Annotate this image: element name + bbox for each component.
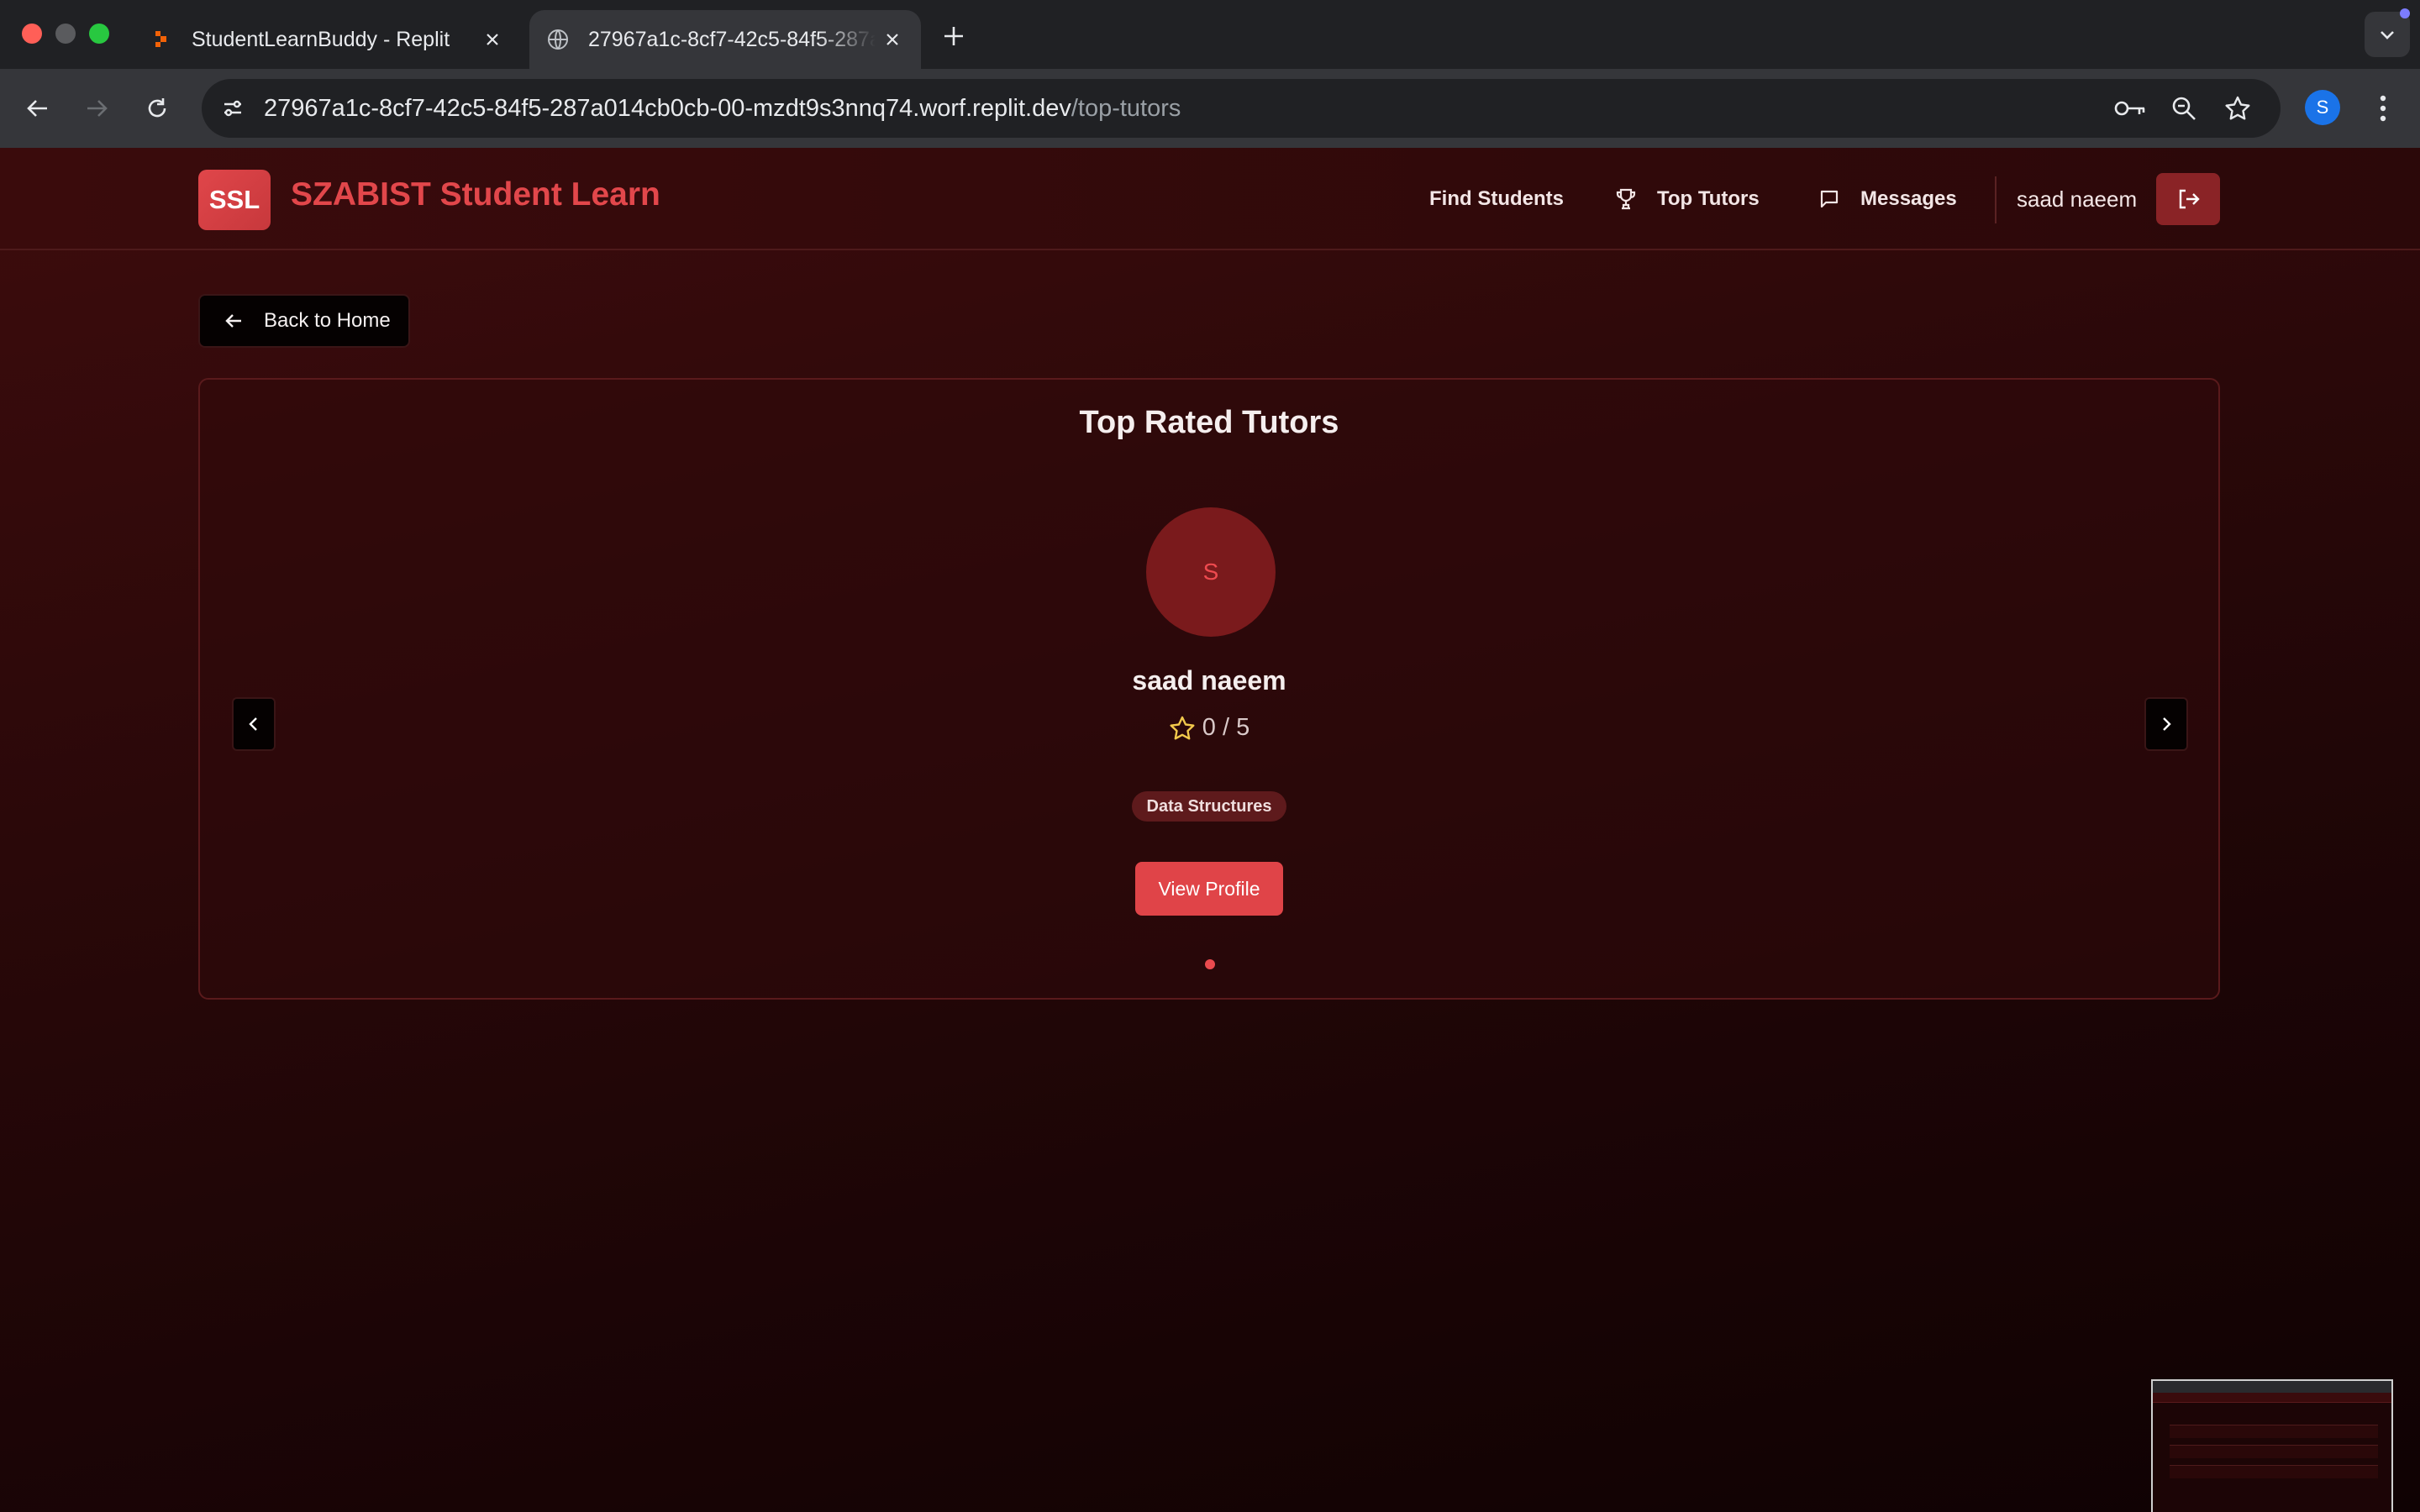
globe-icon bbox=[546, 28, 570, 51]
address-bar[interactable]: 27967a1c-8cf7-42c5-84f5-287a014cb0cb-00-… bbox=[202, 79, 2281, 138]
nav-top-tutors[interactable]: Top Tutors bbox=[1613, 173, 1760, 225]
back-nav-button[interactable] bbox=[15, 86, 60, 131]
arrow-left-icon bbox=[27, 100, 47, 117]
forward-nav-button[interactable] bbox=[74, 86, 119, 131]
thumbnail-row bbox=[2170, 1445, 2378, 1458]
nav-messages[interactable]: Messages bbox=[1817, 173, 1957, 225]
close-tab-icon[interactable] bbox=[876, 23, 909, 56]
more-menu-icon[interactable] bbox=[2366, 87, 2400, 129]
browser-tab-active[interactable]: 27967a1c-8cf7-42c5-84f5-287a014cb0cb-00-… bbox=[529, 10, 921, 69]
page-viewport: SSL SZABIST Student Learn Find Students … bbox=[0, 148, 2420, 1512]
view-profile-button[interactable]: View Profile bbox=[1135, 862, 1283, 916]
app-header: SSL SZABIST Student Learn Find Students … bbox=[0, 148, 2420, 250]
browser-tab-replit[interactable]: StudentLearnBuddy - Replit bbox=[134, 10, 521, 69]
rating-value: 0 / 5 bbox=[1202, 714, 1250, 741]
back-to-home-button[interactable]: Back to Home bbox=[198, 294, 410, 348]
arrow-right-icon bbox=[87, 100, 108, 117]
chevron-down-icon bbox=[2381, 31, 2394, 39]
replit-icon bbox=[150, 28, 173, 51]
subject-badges: Data Structures bbox=[200, 791, 2218, 822]
carousel-indicator-dot[interactable] bbox=[1205, 959, 1215, 969]
top-tutors-carousel: Top Rated Tutors S saad naeem 0 / 5 Data… bbox=[198, 378, 2220, 1000]
password-key-icon[interactable] bbox=[2111, 89, 2149, 128]
star-icon bbox=[1169, 715, 1196, 742]
reload-icon bbox=[148, 98, 166, 118]
nav-label: Top Tutors bbox=[1657, 187, 1760, 210]
bookmark-star-icon[interactable] bbox=[2218, 89, 2257, 128]
carousel-next-button[interactable] bbox=[2144, 697, 2188, 751]
tab-title: 27967a1c-8cf7-42c5-84f5-287a014cb0cb-00-… bbox=[588, 27, 876, 51]
current-username: saad naeem bbox=[2017, 186, 2138, 212]
zoom-icon[interactable] bbox=[2165, 89, 2203, 128]
profile-avatar[interactable]: S bbox=[2305, 90, 2340, 125]
close-tab-icon[interactable] bbox=[476, 23, 509, 56]
thumbnail-header bbox=[2153, 1393, 2391, 1403]
logout-icon bbox=[2179, 189, 2200, 209]
back-label: Back to Home bbox=[264, 309, 391, 332]
new-tab-button[interactable] bbox=[934, 17, 973, 55]
logout-button[interactable] bbox=[2156, 173, 2220, 225]
message-icon bbox=[1817, 186, 1842, 212]
tutor-avatar[interactable]: S bbox=[1146, 507, 1276, 637]
nav-divider bbox=[1995, 176, 1996, 223]
tab-title: StudentLearnBuddy - Replit bbox=[192, 27, 450, 51]
site-info-icon[interactable] bbox=[212, 87, 254, 129]
chevron-right-icon bbox=[2163, 717, 2171, 731]
window-zoom-button[interactable] bbox=[89, 24, 109, 44]
app-logo[interactable]: SSL bbox=[198, 170, 271, 230]
nav-find-students[interactable]: Find Students bbox=[1429, 173, 1564, 225]
tutor-rating: 0 / 5 bbox=[200, 714, 2218, 742]
view-profile-wrap: View Profile bbox=[200, 862, 2218, 916]
notification-dot bbox=[2400, 8, 2410, 18]
window-close-button[interactable] bbox=[22, 24, 42, 44]
brand-title[interactable]: SZABIST Student Learn bbox=[291, 176, 660, 213]
arrow-left-icon bbox=[222, 309, 245, 333]
url-path: /top-tutors bbox=[1071, 95, 1181, 122]
trophy-icon bbox=[1613, 186, 1639, 212]
tab-search-button[interactable] bbox=[2365, 12, 2410, 57]
thumbnail-browser-bar bbox=[2153, 1381, 2391, 1393]
url-text: 27967a1c-8cf7-42c5-84f5-287a014cb0cb-00-… bbox=[264, 79, 1181, 138]
url-host: 27967a1c-8cf7-42c5-84f5-287a014cb0cb-00-… bbox=[264, 95, 1071, 122]
tutor-name: saad naeem bbox=[1132, 665, 1286, 696]
window-minimize-button[interactable] bbox=[55, 24, 76, 44]
screen-preview-thumbnail[interactable] bbox=[2151, 1379, 2393, 1512]
nav-label: Find Students bbox=[1429, 187, 1564, 210]
browser-tab-strip: StudentLearnBuddy - Replit 27967a1c-8cf7… bbox=[0, 0, 2420, 69]
browser-toolbar: 27967a1c-8cf7-42c5-84f5-287a014cb0cb-00-… bbox=[0, 69, 2420, 148]
page-title: Top Rated Tutors bbox=[1079, 405, 1339, 440]
subject-badge: Data Structures bbox=[1131, 791, 1287, 822]
thumbnail-row bbox=[2170, 1425, 2378, 1438]
reload-button[interactable] bbox=[134, 86, 180, 131]
thumbnail-row bbox=[2170, 1465, 2378, 1478]
nav-label: Messages bbox=[1860, 187, 1957, 210]
plus-icon bbox=[944, 27, 963, 45]
